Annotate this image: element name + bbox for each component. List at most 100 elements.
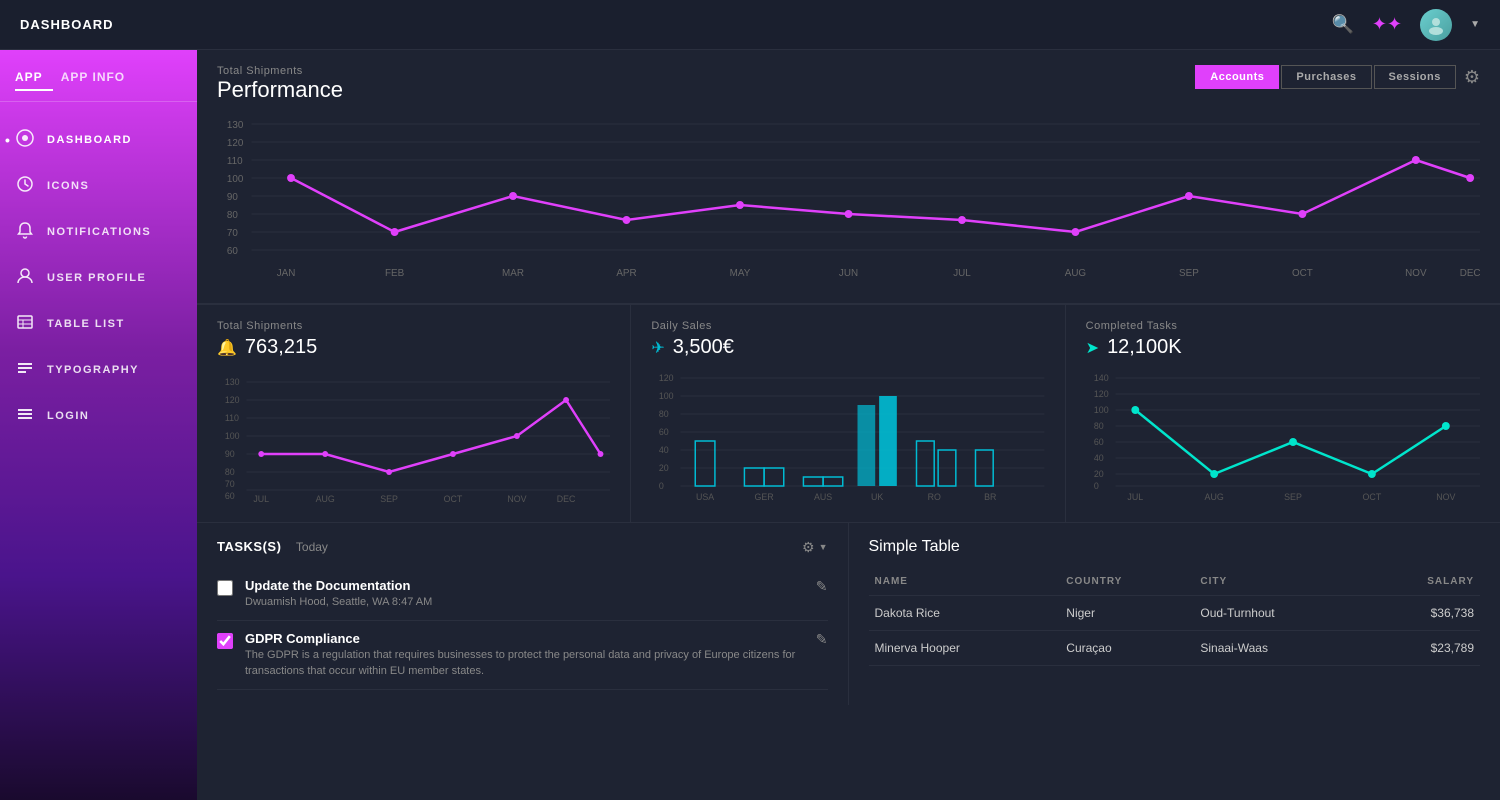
task-name-0: Update the Documentation	[245, 578, 804, 593]
topnav-icons: 🔍 ✦✦ ▼	[1332, 9, 1481, 41]
sidebar-item-dashboard[interactable]: DASHBOARD	[0, 117, 197, 163]
bell-icon	[15, 221, 35, 243]
svg-text:40: 40	[659, 445, 669, 455]
avatar[interactable]	[1420, 9, 1452, 41]
col-header-salary: SALARY	[1364, 568, 1480, 596]
task-desc-0: Dwuamish Hood, Seattle, WA 8:47 AM	[245, 595, 804, 610]
cell-name: Dakota Rice	[869, 596, 1061, 631]
svg-text:DEC: DEC	[1460, 268, 1480, 279]
svg-text:80: 80	[659, 409, 669, 419]
svg-text:APR: APR	[616, 268, 636, 279]
tasks-header: TASKS(S) Today ⚙ ▼	[217, 538, 828, 556]
stat-subtitle-2: Completed Tasks	[1086, 320, 1480, 332]
sidebar-item-table-list[interactable]: TABLE LIST	[0, 301, 197, 347]
svg-text:NOV: NOV	[507, 494, 526, 504]
cell-city: Oud-Turnhout	[1194, 596, 1364, 631]
svg-text:90: 90	[227, 192, 238, 203]
svg-text:130: 130	[227, 120, 244, 131]
stat-card-sales: Daily Sales ✈ 3,500€ 120 100 80 60 40 20…	[631, 305, 1065, 522]
main-layout: APP APP INFO DASHBOARD	[0, 50, 1500, 800]
tab-sessions[interactable]: Sessions	[1374, 65, 1456, 89]
performance-subtitle: Total Shipments	[217, 65, 343, 77]
svg-text:0: 0	[1094, 481, 1099, 491]
col-header-city: CITY	[1194, 568, 1364, 596]
performance-settings-button[interactable]: ⚙	[1464, 67, 1480, 88]
svg-text:60: 60	[227, 246, 238, 257]
tab-accounts[interactable]: Accounts	[1195, 65, 1279, 89]
cell-name: Minerva Hooper	[869, 631, 1061, 666]
svg-text:100: 100	[227, 174, 244, 185]
svg-text:0: 0	[659, 481, 664, 491]
svg-text:USA: USA	[696, 492, 714, 502]
task-edit-0[interactable]: ✎	[816, 578, 828, 595]
sidebar-item-icons[interactable]: ICONS	[0, 163, 197, 209]
svg-text:SEP: SEP	[380, 494, 398, 504]
sidebar-item-notifications[interactable]: NOTIFICATIONS	[0, 209, 197, 255]
sidebar-label-notifications: NOTIFICATIONS	[47, 226, 151, 238]
performance-title-block: Total Shipments Performance	[217, 65, 343, 103]
svg-text:AUG: AUG	[1204, 492, 1223, 502]
cell-salary: $23,789	[1364, 631, 1480, 666]
content-area: Total Shipments Performance Accounts Pur…	[197, 50, 1500, 800]
simple-table: NAME COUNTRY CITY SALARY Dakota Rice Nig…	[869, 568, 1481, 666]
user-icon	[15, 267, 35, 289]
col-header-name: NAME	[869, 568, 1061, 596]
svg-text:AUG: AUG	[316, 494, 335, 504]
stat-value-row-2: ➤ 12,100K	[1086, 336, 1480, 359]
task-desc-1: The GDPR is a regulation that requires b…	[245, 648, 804, 679]
avatar-chevron[interactable]: ▼	[1470, 19, 1480, 30]
svg-text:JUL: JUL	[1127, 492, 1143, 502]
stat-value-row-0: 🔔 763,215	[217, 336, 610, 359]
svg-text:60: 60	[1094, 437, 1104, 447]
task-edit-1[interactable]: ✎	[816, 631, 828, 648]
svg-text:80: 80	[227, 210, 238, 221]
sales-icon: ✈	[651, 338, 664, 358]
col-header-country: COUNTRY	[1060, 568, 1194, 596]
sidebar-item-typography[interactable]: TYPOGRAPHY	[0, 347, 197, 393]
svg-text:JUL: JUL	[253, 494, 269, 504]
svg-text:SEP: SEP	[1179, 268, 1199, 279]
svg-text:UK: UK	[871, 492, 883, 502]
svg-text:MAR: MAR	[502, 268, 524, 279]
svg-text:JAN: JAN	[277, 268, 296, 279]
stat-card-tasks: Completed Tasks ➤ 12,100K 140 120 100 80…	[1066, 305, 1500, 522]
table-row: Dakota Rice Niger Oud-Turnhout $36,738	[869, 596, 1481, 631]
sidebar-tab-app[interactable]: APP	[15, 65, 53, 91]
svg-text:100: 100	[225, 431, 240, 441]
svg-text:80: 80	[225, 467, 235, 477]
sidebar-label-typography: TYPOGRAPHY	[47, 364, 139, 376]
dashboard-title: DASHBOARD	[20, 17, 114, 32]
task-checkbox-1[interactable]	[217, 633, 233, 649]
login-icon	[15, 405, 35, 427]
stat-subtitle-0: Total Shipments	[217, 320, 610, 332]
dashboard-icon	[15, 129, 35, 151]
sidebar-tab-appinfo[interactable]: APP INFO	[61, 65, 135, 91]
task-name-1: GDPR Compliance	[245, 631, 804, 646]
svg-text:JUN: JUN	[839, 268, 858, 279]
stat-value-1: 3,500€	[673, 336, 734, 359]
sidebar-header: APP APP INFO	[0, 50, 197, 102]
tasks-settings-button[interactable]: ⚙ ▼	[802, 539, 827, 556]
svg-text:90: 90	[225, 449, 235, 459]
task-checkbox-0[interactable]	[217, 580, 233, 596]
svg-text:JUL: JUL	[953, 268, 971, 279]
tab-purchases[interactable]: Purchases	[1281, 65, 1371, 89]
typography-icon	[15, 359, 35, 381]
svg-text:120: 120	[659, 373, 674, 383]
sidebar-item-login[interactable]: LOGIN	[0, 393, 197, 439]
cell-city: Sinaai-Waas	[1194, 631, 1364, 666]
svg-text:120: 120	[1094, 389, 1109, 399]
sidebar-label-icons: ICONS	[47, 180, 89, 192]
svg-text:100: 100	[1094, 405, 1109, 415]
sidebar-item-user-profile[interactable]: USER PROFILE	[0, 255, 197, 301]
svg-text:AUS: AUS	[814, 492, 832, 502]
gear-icon: ⚙	[802, 539, 815, 556]
stat-value-row-1: ✈ 3,500€	[651, 336, 1044, 359]
svg-text:SEP: SEP	[1284, 492, 1302, 502]
tasks-section: TASKS(S) Today ⚙ ▼ Update the Documentat…	[197, 523, 849, 705]
search-icon[interactable]: 🔍	[1332, 14, 1354, 35]
stat-card-shipments: Total Shipments 🔔 763,215 130 120 110 10…	[197, 305, 631, 522]
activity-icon[interactable]: ✦✦	[1372, 14, 1402, 35]
svg-text:NOV: NOV	[1436, 492, 1455, 502]
svg-text:70: 70	[227, 228, 238, 239]
